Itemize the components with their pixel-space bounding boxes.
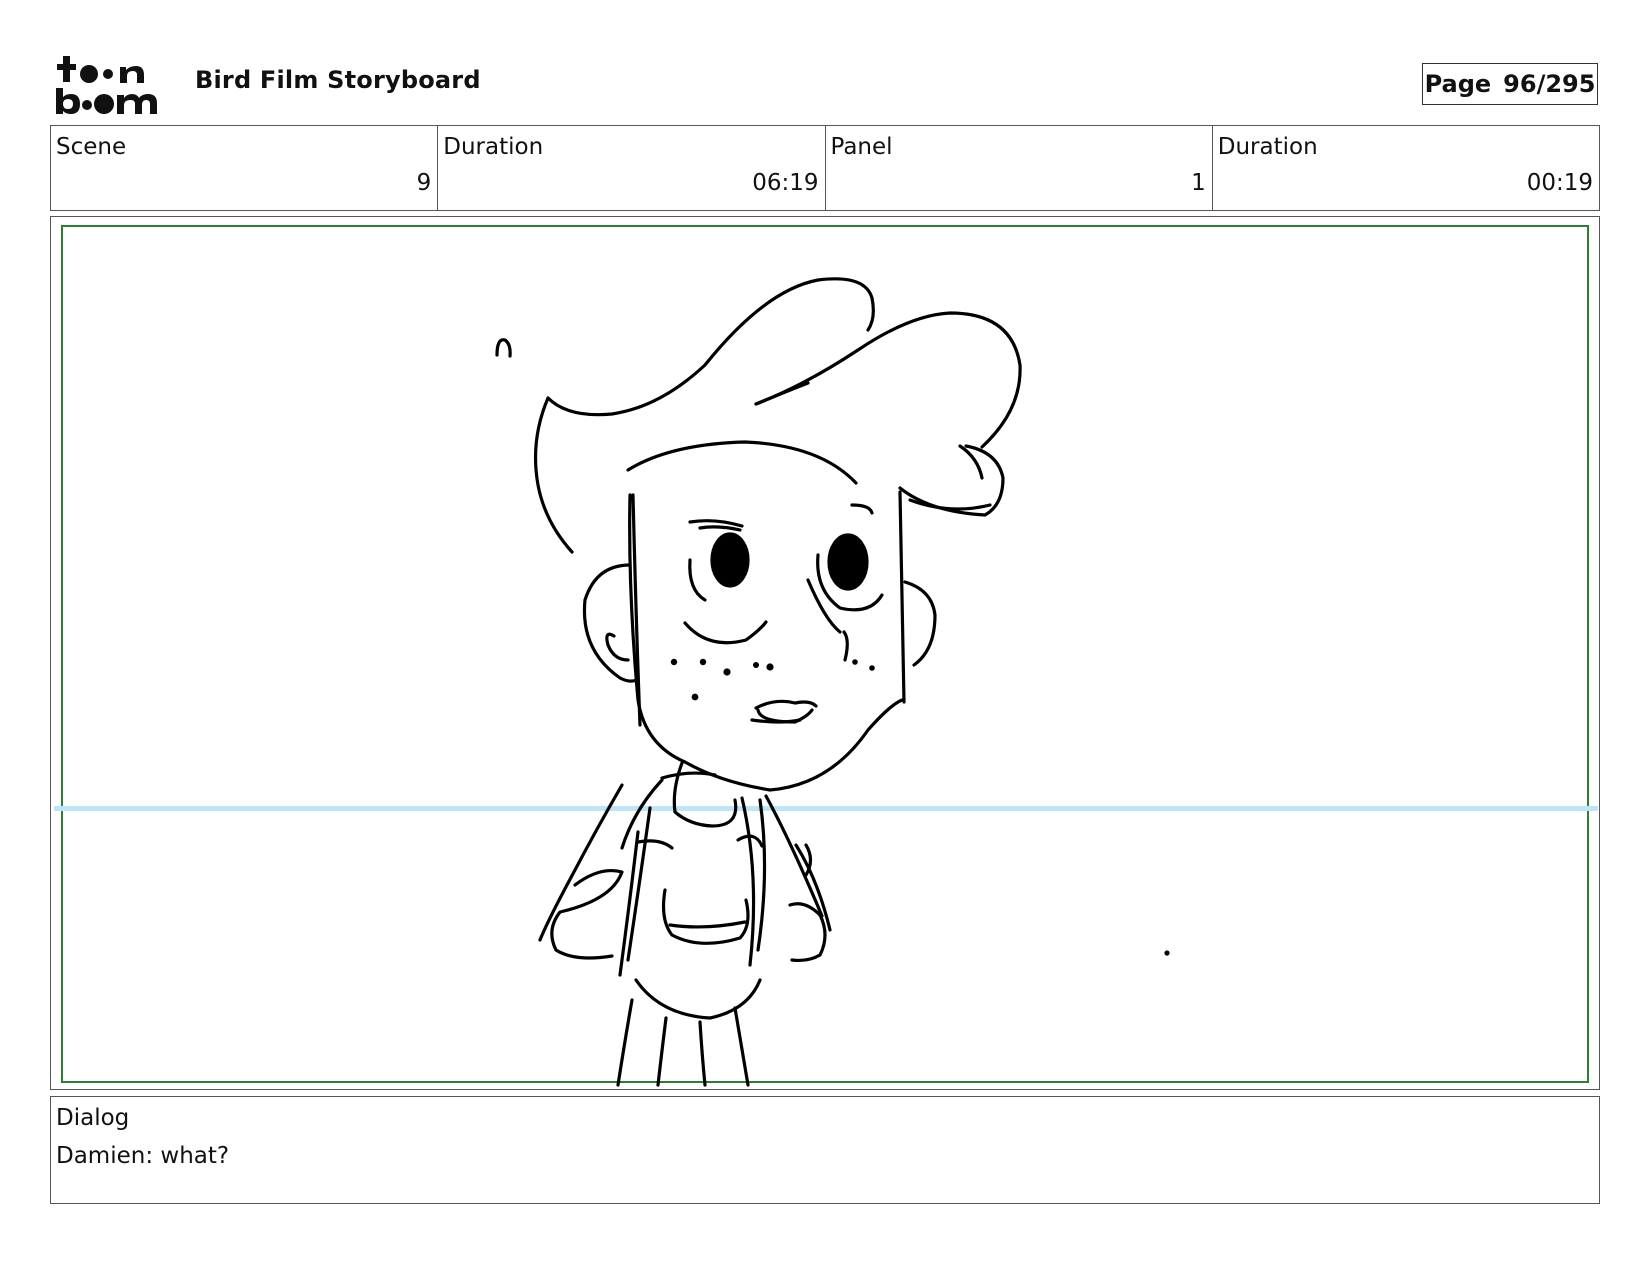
panel-info-table: Scene 9 Duration 06:19 Panel 1 Duration …: [50, 125, 1600, 211]
horizon-line: [54, 806, 1598, 811]
page-number: 96/295: [1503, 70, 1596, 98]
page-label: Page: [1424, 70, 1492, 98]
safe-area-frame: [61, 225, 1589, 1083]
panel-cell: Panel 1: [826, 126, 1213, 210]
scene-duration-cell: Duration 06:19: [438, 126, 826, 210]
toonboom-logo-icon: [56, 56, 157, 114]
dialog-text: Damien: what?: [56, 1143, 230, 1169]
document-title: Bird Film Storyboard: [195, 66, 481, 94]
scene-value: 9: [416, 170, 432, 196]
toonboom-logo: [54, 52, 170, 118]
panel-label: Panel: [830, 134, 893, 160]
panel-duration-label: Duration: [1217, 134, 1318, 160]
panel-duration-value: 00:19: [1526, 170, 1593, 196]
scene-duration-label: Duration: [443, 134, 544, 160]
scene-duration-value: 06:19: [752, 170, 819, 196]
panel-duration-cell: Duration 00:19: [1213, 126, 1599, 210]
dialog-box: Dialog Damien: what?: [50, 1096, 1600, 1204]
scene-cell: Scene 9: [51, 126, 439, 210]
panel-value: 1: [1191, 170, 1206, 196]
page-indicator: Page 96/295: [1422, 63, 1598, 105]
scene-label: Scene: [56, 134, 127, 160]
dialog-label: Dialog: [56, 1105, 130, 1131]
